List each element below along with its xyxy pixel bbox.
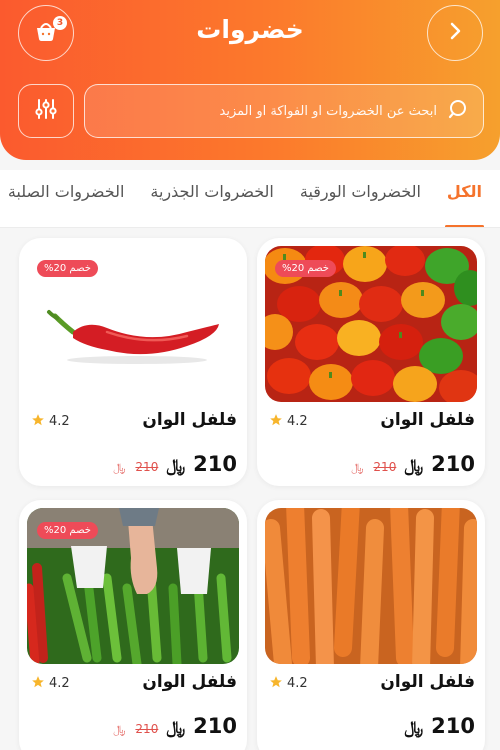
- cart-count-badge: 3: [53, 16, 67, 30]
- page-title: خضروات: [196, 15, 304, 44]
- discount-badge: خصم 20%: [275, 260, 336, 277]
- price-current: 210: [431, 452, 475, 476]
- currency-symbol-old: ﷼: [113, 461, 126, 474]
- star-icon: [31, 674, 45, 693]
- product-card[interactable]: فلفل الوان 4.2 210 ﷼: [257, 500, 485, 750]
- product-card[interactable]: خصم 20% فلفل الوان 4.2 210 ﷼ 210 ﷼: [19, 500, 247, 750]
- price-row: 210 ﷼ 210 ﷼: [351, 452, 475, 476]
- product-rating: 4.2: [269, 412, 308, 431]
- search-bar[interactable]: [84, 84, 484, 138]
- product-rating: 4.2: [31, 412, 70, 431]
- chevron-right-icon: [444, 20, 466, 46]
- star-icon: [269, 674, 283, 693]
- currency-symbol: ﷼: [404, 456, 424, 476]
- back-button[interactable]: [427, 5, 483, 61]
- price-row: 210 ﷼ 210 ﷼: [113, 452, 237, 476]
- tab-root-vegetables[interactable]: الخضروات الجذرية: [150, 170, 273, 227]
- price-current: 210: [193, 714, 237, 738]
- rating-value: 4.2: [287, 676, 308, 691]
- rating-value: 4.2: [49, 414, 70, 429]
- product-image: [265, 508, 477, 664]
- tabs-track: الكل الخضروات الورقية الخضروات الجذرية ا…: [8, 170, 485, 227]
- product-name: فلفل الوان: [142, 672, 237, 692]
- discount-badge: خصم 20%: [37, 260, 98, 277]
- search-icon: [447, 98, 469, 124]
- tab-solid-vegetables[interactable]: الخضروات الصلبة: [8, 170, 125, 227]
- price-current: 210: [193, 452, 237, 476]
- currency-symbol: ﷼: [166, 718, 186, 738]
- currency-symbol-old: ﷼: [351, 461, 364, 474]
- price-old: 210: [373, 460, 397, 474]
- cart-button[interactable]: 3: [18, 5, 74, 61]
- tab-leafy-vegetables[interactable]: الخضروات الورقية: [300, 170, 421, 227]
- product-card[interactable]: خصم 20% فلفل الوان 4.2 210 ﷼ 210 ﷼: [257, 238, 485, 486]
- price-row: 210 ﷼ 210 ﷼: [113, 714, 237, 738]
- sliders-icon: [34, 97, 58, 125]
- product-name: فلفل الوان: [142, 410, 237, 430]
- currency-symbol: ﷼: [404, 718, 424, 738]
- product-name: فلفل الوان: [380, 410, 475, 430]
- star-icon: [269, 412, 283, 431]
- product-image: خصم 20%: [27, 246, 239, 402]
- product-image: خصم 20%: [265, 246, 477, 402]
- price-row: 210 ﷼: [404, 714, 475, 738]
- rating-value: 4.2: [287, 414, 308, 429]
- product-image: خصم 20%: [27, 508, 239, 664]
- product-name: فلفل الوان: [380, 672, 475, 692]
- search-input[interactable]: [99, 103, 437, 119]
- product-rating: 4.2: [31, 674, 70, 693]
- currency-symbol-old: ﷼: [113, 723, 126, 736]
- price-current: 210: [431, 714, 475, 738]
- product-rating: 4.2: [269, 674, 308, 693]
- rating-value: 4.2: [49, 676, 70, 691]
- price-old: 210: [135, 722, 159, 736]
- currency-symbol: ﷼: [166, 456, 186, 476]
- category-tabs: الكل الخضروات الورقية الخضروات الجذرية ا…: [0, 170, 500, 228]
- star-icon: [31, 412, 45, 431]
- header-bar: 3 خضروات: [0, 0, 500, 160]
- filter-button[interactable]: [18, 84, 74, 138]
- tab-all[interactable]: الكل: [444, 170, 485, 227]
- discount-badge: خصم 20%: [37, 522, 98, 539]
- product-card[interactable]: خصم 20% فلفل الوان 4.2 210 ﷼ 210 ﷼: [19, 238, 247, 486]
- price-old: 210: [135, 460, 159, 474]
